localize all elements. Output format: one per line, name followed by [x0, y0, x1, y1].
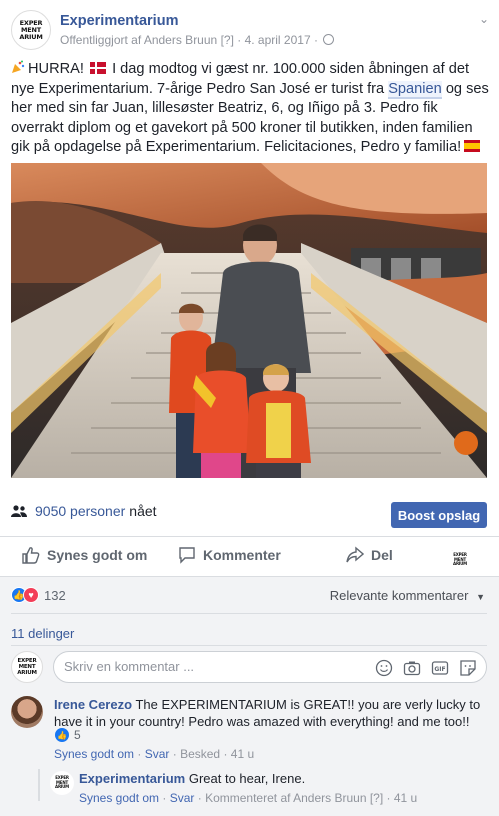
comment-like-count: 5: [74, 728, 81, 742]
comment-reply-link[interactable]: Svar: [145, 747, 170, 761]
globe-icon[interactable]: [323, 34, 335, 45]
composer-avatar: EXPER MENT ARIUM: [11, 651, 43, 683]
post-photo[interactable]: [11, 163, 487, 478]
camera-icon[interactable]: [403, 659, 421, 677]
comment-button[interactable]: Kommenter: [178, 546, 281, 564]
reactions-summary[interactable]: 👍 ♥ 132: [11, 587, 66, 603]
comment-author[interactable]: Irene Cerezo: [54, 697, 132, 712]
reply-avatar[interactable]: EXPER MENT ARIUM: [50, 771, 74, 795]
gif-icon[interactable]: GIF: [431, 659, 449, 677]
svg-text:GIF: GIF: [434, 666, 445, 673]
boost-post-button[interactable]: Boost opslag: [391, 502, 487, 528]
post-actions: Synes godt om Kommenter Del EXPER MENT A…: [0, 540, 499, 574]
reach-suffix: nået: [129, 503, 157, 519]
thumbs-up-icon: [22, 547, 40, 564]
emoji-icon[interactable]: [375, 659, 393, 677]
post-text: HURRA! I dag modtog vi gæst nr. 100.000 …: [11, 60, 489, 158]
help-marker[interactable]: [?]: [221, 33, 234, 47]
page-logo[interactable]: EXPER MENT ARIUM: [11, 10, 51, 50]
comment-time[interactable]: 41 u: [231, 747, 254, 761]
page-logo: EXPER MENT ARIUM: [11, 651, 43, 683]
reach-stats: 9050 personer nået: [11, 503, 157, 519]
logo-text-line: ARIUM: [17, 670, 37, 676]
divider: [0, 536, 499, 537]
page-logo: EXPER MENT ARIUM: [50, 771, 74, 795]
like-reaction-icon: 👍: [55, 728, 69, 742]
party-popper-icon: [12, 60, 25, 73]
reply-body: Great to hear, Irene.: [188, 771, 306, 786]
help-marker[interactable]: [?]: [370, 791, 383, 805]
denmark-flag-icon: [90, 62, 107, 74]
page-logo-small: EXPER MENT ARIUM: [448, 548, 472, 572]
post-date[interactable]: 4. april 2017: [245, 33, 311, 47]
like-label: Synes godt om: [47, 547, 148, 563]
reach-count[interactable]: 9050 personer: [35, 503, 125, 519]
comment-icon: [179, 547, 195, 564]
divider: [11, 645, 487, 646]
share-button[interactable]: Del: [346, 546, 393, 564]
chevron-down-icon[interactable]: ⌄: [479, 12, 489, 26]
caret-down-icon: ▼: [476, 592, 485, 602]
logo-text-line: ARIUM: [55, 784, 69, 790]
commented-by: Kommenteret af Anders Bruun: [205, 791, 367, 805]
comment-composer[interactable]: GIF: [53, 651, 487, 683]
photo-illustration: [11, 163, 487, 478]
sticker-icon[interactable]: [459, 659, 477, 677]
comment-sort-dropdown[interactable]: Relevante kommentarer ▼: [330, 588, 485, 603]
sort-label: Relevante kommentarer: [329, 588, 469, 603]
reply-text: Experimentarium Great to hear, Irene.: [79, 771, 305, 786]
spain-flag-icon: [464, 140, 481, 152]
page-name-link[interactable]: Experimentarium: [60, 13, 178, 29]
reply-like-link[interactable]: Synes godt om: [79, 791, 159, 805]
post-as-selector[interactable]: EXPER MENT ARIUM ▼: [448, 548, 472, 572]
logo-text-line: ARIUM: [453, 561, 467, 567]
reply-time[interactable]: 41 u: [394, 791, 417, 805]
comment-label: Kommenter: [203, 547, 281, 563]
post-meta: Offentliggjort af Anders Bruun [?] · 4. …: [60, 33, 335, 47]
post-header: EXPER MENT ARIUM Experimentarium Offentl…: [11, 10, 489, 52]
logo-text-line: ARIUM: [19, 32, 43, 41]
reply-thread-line: [38, 769, 40, 801]
reply-reply-link[interactable]: Svar: [170, 791, 195, 805]
comment-like-link[interactable]: Synes godt om: [54, 747, 134, 761]
share-label: Del: [371, 547, 393, 563]
reply-actions: Synes godt om · Svar · Kommenteret af An…: [79, 791, 418, 805]
comment-actions: Synes godt om · Svar · Besked · 41 u: [54, 747, 255, 761]
reply-author[interactable]: Experimentarium: [79, 771, 185, 786]
like-button[interactable]: Synes godt om: [22, 546, 147, 564]
post-text-hurra: HURRA!: [28, 61, 84, 77]
comment-text: Irene Cerezo The EXPERIMENTARIUM is GREA…: [54, 696, 484, 730]
divider: [11, 613, 487, 614]
published-by: Offentliggjort af Anders Bruun: [60, 33, 218, 47]
share-arrow-icon: [346, 546, 364, 563]
comment-reactions[interactable]: 👍 5: [55, 728, 81, 742]
hashtag-link-spanien[interactable]: Spanien: [388, 80, 442, 99]
shares-count-link[interactable]: 11 delinger: [11, 626, 74, 641]
comment-message-link[interactable]: Besked: [180, 747, 220, 761]
people-icon: [11, 505, 27, 517]
love-reaction-icon: ♥: [23, 587, 39, 603]
avatar[interactable]: [11, 696, 43, 728]
reaction-count: 132: [44, 587, 66, 603]
comment-input[interactable]: [64, 659, 364, 674]
